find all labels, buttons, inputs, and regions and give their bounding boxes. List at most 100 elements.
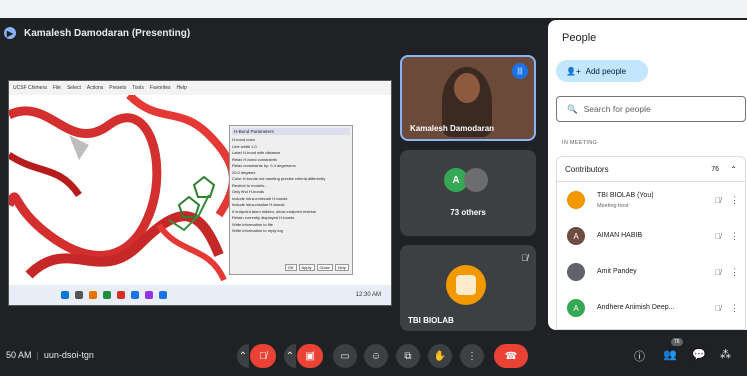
contributors-group-toggle[interactable]: Contributors 76 ⌃: [556, 156, 746, 182]
dialog-row: Only find H-bonds: [232, 189, 265, 194]
mic-toggle-button[interactable]: 🎙̸: [250, 344, 276, 368]
hand-icon: ✋: [433, 350, 447, 362]
add-people-button[interactable]: 👤+ Add people: [556, 60, 648, 82]
protein-structure-viewer: H-Bond Parameters H-bond color Line widt…: [9, 92, 391, 285]
mic-off-icon: 🎙̸: [259, 350, 267, 362]
add-people-label: Add people: [585, 66, 627, 76]
others-avatars: A: [444, 168, 488, 192]
dialog-apply-button: Apply: [298, 264, 315, 271]
more-options-icon[interactable]: ⋮: [730, 267, 739, 278]
more-options-icon[interactable]: ⋮: [730, 195, 739, 206]
window-title: UCSF Chimera: [13, 85, 47, 91]
presenter-video-tile[interactable]: ||| Kamalesh Damodaran: [400, 55, 536, 141]
meeting-controls-bar: 50 AM | uun-dsoi-tgn ⌃ 🎙̸ ⌃ ▣̸ ▭ ☺ ⧉ ✋ ⋮ ☎…: [0, 338, 747, 376]
raise-hand-button[interactable]: ✋: [428, 344, 452, 368]
meeting-info: 50 AM | uun-dsoi-tgn: [6, 350, 94, 360]
dialog-row: Color H-bonds not meeting precise criter…: [232, 176, 326, 181]
camera-toggle-button[interactable]: ▣̸: [297, 344, 323, 368]
others-tile[interactable]: A 73 others: [400, 150, 536, 236]
menu-item: Tools: [132, 85, 144, 91]
menu-item: Favorites: [149, 85, 171, 91]
people-icon[interactable]: 👥: [663, 348, 677, 361]
dialog-help-button: Help: [334, 264, 349, 271]
others-count: 73 others: [450, 208, 486, 217]
dialog-ok-button: OK: [284, 264, 297, 271]
app-icon: [159, 291, 167, 299]
clock: 50 AM: [6, 350, 32, 360]
participant-row[interactable]: A Andhere Animish Deep... 🎙̸ ⋮: [557, 290, 745, 326]
captions-icon: ▭: [340, 350, 350, 362]
browser-top-strip: [0, 0, 747, 18]
participant-row[interactable]: Amit Pandey 🎙̸ ⋮: [557, 254, 745, 290]
participant-row[interactable]: TBI BIOLAB (You) Meeting host 🎙̸ ⋮: [557, 182, 745, 218]
more-options-button[interactable]: ⋮: [460, 344, 484, 368]
dialog-close-button: Close: [316, 264, 333, 271]
participant-list: TBI BIOLAB (You) Meeting host 🎙̸ ⋮ A AIM…: [556, 182, 746, 330]
participant-row[interactable]: A AIMAN HABIB 🎙̸ ⋮: [557, 218, 745, 254]
mic-off-icon: 🎙̸: [715, 267, 721, 277]
people-panel: People 👤+ Add people 🔍 Search for people…: [548, 20, 747, 330]
dialog-title: H-Bond Parameters: [232, 128, 350, 135]
dialog-row: Include intra-residue H-bonds: [232, 202, 285, 207]
avatar: A: [567, 299, 585, 317]
dialog-row: Line width 1.0: [232, 143, 257, 149]
emoji-icon: ☺: [370, 350, 382, 362]
mic-off-icon: 🎙̸: [715, 303, 721, 313]
chat-icon[interactable]: 💬: [692, 348, 706, 361]
camera-off-icon: ▣̸: [305, 350, 315, 362]
folder-icon: [89, 291, 97, 299]
mic-off-icon: 🎙̸: [715, 195, 721, 205]
captions-button[interactable]: ▭: [333, 344, 357, 368]
taskbar-clock: 12:30 AM: [355, 292, 381, 298]
dialog-row: Write information to file: [232, 221, 273, 227]
dialog-row: Label H-bond with distance: [232, 150, 281, 155]
participant-name: Amit Pandey: [597, 268, 637, 275]
avatar: [446, 265, 486, 305]
activities-icon[interactable]: ⁂: [720, 348, 731, 361]
add-person-icon: 👤+: [566, 66, 581, 76]
participant-name: AIMAN HABIB: [597, 232, 643, 239]
dialog-row: Write information to reply log: [232, 228, 283, 233]
dialog-row: H-bond color: [232, 137, 255, 142]
chimera-menubar: UCSF Chimera File Select Actions Presets…: [9, 81, 391, 95]
present-button[interactable]: ⧉: [396, 344, 420, 368]
avatar: A: [567, 227, 585, 245]
windows-start-icon: [61, 291, 69, 299]
avatar: [567, 191, 585, 209]
emoji-button[interactable]: ☺: [364, 344, 388, 368]
mic-options-chevron[interactable]: ⌃: [237, 344, 249, 368]
presenter-banner: ▶ Kamalesh Damodaran (Presenting): [0, 22, 540, 44]
dialog-row: Restrict to models...: [232, 182, 268, 188]
more-options-icon[interactable]: ⋮: [730, 231, 739, 242]
meeting-code: uun-dsoi-tgn: [43, 350, 94, 360]
dialog-row: Relax constraints by: 0.4 angstroms: [232, 163, 296, 168]
people-count-badge: 76: [671, 338, 683, 346]
search-icon: 🔍: [567, 103, 578, 114]
section-heading: IN MEETING: [562, 140, 598, 146]
group-label: Contributors: [565, 164, 609, 174]
presenter-label: Kamalesh Damodaran (Presenting): [24, 27, 191, 39]
participant-role: Meeting host: [597, 203, 629, 209]
menu-item: File: [52, 85, 61, 91]
camera-options-chevron[interactable]: ⌃: [284, 344, 296, 368]
menu-item: Presets: [109, 85, 127, 91]
app-icon: [103, 291, 111, 299]
search-input[interactable]: 🔍 Search for people: [556, 96, 746, 122]
dialog-row: Include intra-molecule H-bonds: [232, 195, 288, 201]
app-icon: [145, 291, 153, 299]
mic-off-icon: 🎙̸: [521, 253, 528, 263]
avatar: [567, 263, 585, 281]
group-count: 76: [711, 165, 719, 173]
leave-call-button[interactable]: ☎: [494, 344, 528, 368]
windows-taskbar: 12:30 AM: [9, 285, 391, 305]
host-tile[interactable]: 🎙̸ TBI BIOLAB: [400, 245, 536, 331]
info-icon[interactable]: ⓘ: [634, 348, 645, 364]
more-options-icon[interactable]: ⋮: [730, 303, 739, 314]
speaking-indicator-icon: |||: [512, 63, 528, 79]
menu-item: Help: [176, 85, 187, 91]
tile-name: Kamalesh Damodaran: [410, 124, 495, 133]
mic-off-icon: 🎙̸: [715, 231, 721, 241]
hbond-dialog: H-Bond Parameters H-bond color Line widt…: [229, 125, 353, 275]
present-screen-icon: ⧉: [404, 350, 412, 362]
dialog-row: If endpoint atom hidden, show endpoint r…: [232, 208, 317, 214]
